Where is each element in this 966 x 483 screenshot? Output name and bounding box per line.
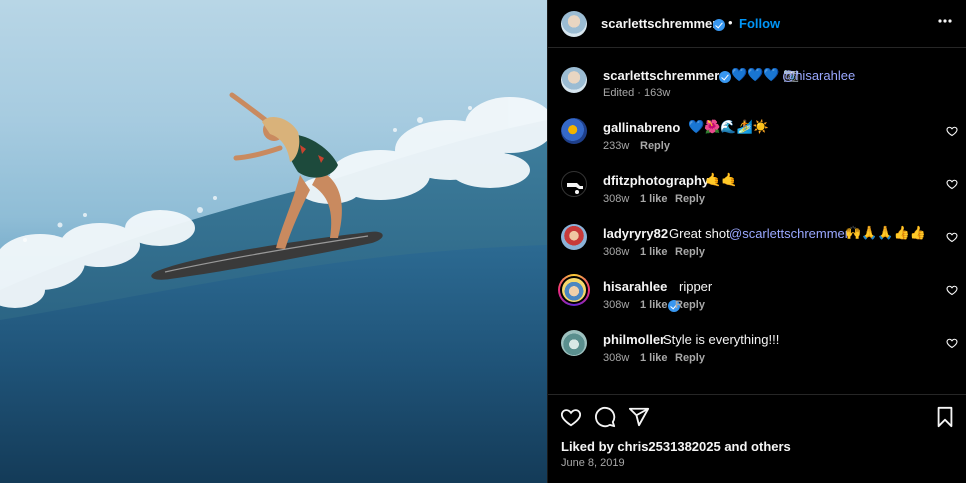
like-comment-heart-icon[interactable] bbox=[946, 125, 958, 137]
post-viewer: scarlettschremmer • Follow scarlettschre… bbox=[0, 0, 966, 483]
reply-button[interactable]: Reply bbox=[675, 352, 705, 364]
like-comment-heart-icon[interactable] bbox=[946, 231, 958, 243]
commenter-avatar[interactable] bbox=[561, 118, 587, 144]
comment-username[interactable]: dfitzphotography bbox=[603, 173, 709, 188]
author-username[interactable]: scarlettschremmer bbox=[601, 16, 717, 31]
commenter-avatar[interactable] bbox=[561, 224, 587, 250]
liked-by-text[interactable]: Liked by chris2531382025 and others bbox=[561, 439, 791, 454]
comment-like-count[interactable]: 1 like bbox=[640, 299, 668, 311]
commenter-avatar[interactable] bbox=[562, 278, 586, 302]
comment-age: 308w bbox=[603, 299, 630, 311]
comment-bubble-icon[interactable] bbox=[594, 406, 616, 428]
caption-mention[interactable]: @hisarahlee bbox=[782, 68, 855, 83]
comment-text: 🤙🤙 bbox=[705, 172, 738, 187]
comment-text: Great shot bbox=[669, 226, 730, 241]
reply-button[interactable]: Reply bbox=[675, 299, 705, 311]
like-comment-heart-icon[interactable] bbox=[946, 284, 958, 296]
like-comment-heart-icon[interactable] bbox=[946, 337, 958, 349]
share-paper-plane-icon[interactable] bbox=[628, 406, 650, 428]
comment-age: 308w bbox=[603, 246, 630, 258]
comment-username[interactable]: ladyryry82 bbox=[603, 226, 668, 241]
reply-button[interactable]: Reply bbox=[675, 246, 705, 258]
more-options-icon[interactable] bbox=[938, 19, 952, 23]
comment-text: ripper bbox=[679, 279, 713, 294]
post-actions-bar: Liked by chris2531382025 and others June… bbox=[548, 394, 966, 483]
commenter-avatar[interactable] bbox=[561, 330, 587, 356]
comment-text: 💙🌺🌊🏄☀️ bbox=[688, 119, 769, 134]
like-heart-icon[interactable] bbox=[560, 406, 582, 428]
comment-mention[interactable]: @scarlettschremmer bbox=[729, 226, 849, 241]
comment-username[interactable]: philmoller bbox=[603, 332, 665, 347]
comment-username[interactable]: hisarahlee bbox=[603, 279, 667, 294]
comment-like-count[interactable]: 1 like bbox=[640, 352, 668, 364]
comment-emoji: 🙌🙏🙏👍👍 bbox=[845, 225, 926, 240]
caption-meta: Edited · 163w bbox=[603, 87, 671, 99]
comment-like-count[interactable]: 1 like bbox=[640, 193, 668, 205]
comment-age: 308w bbox=[603, 352, 630, 364]
comment-username[interactable]: gallinabreno bbox=[603, 120, 680, 135]
verified-badge-icon bbox=[713, 19, 725, 31]
commenter-avatar[interactable] bbox=[561, 171, 587, 197]
comment-like-count[interactable]: 1 like bbox=[640, 246, 668, 258]
surfer-image bbox=[0, 92, 547, 483]
camera-logo-icon bbox=[567, 183, 583, 194]
reply-button[interactable]: Reply bbox=[675, 193, 705, 205]
post-date[interactable]: June 8, 2019 bbox=[561, 457, 625, 469]
caption-avatar[interactable] bbox=[561, 67, 587, 93]
separator-dot: • bbox=[728, 15, 733, 30]
save-bookmark-icon[interactable] bbox=[935, 406, 955, 428]
comment-text: Style is everything!!! bbox=[663, 332, 780, 347]
like-comment-heart-icon[interactable] bbox=[946, 178, 958, 190]
follow-button[interactable]: Follow bbox=[739, 16, 780, 31]
post-details-panel: scarlettschremmer • Follow scarlettschre… bbox=[547, 0, 966, 483]
post-photo[interactable] bbox=[0, 0, 547, 483]
author-avatar[interactable] bbox=[561, 11, 587, 37]
verified-badge-icon bbox=[719, 71, 731, 83]
post-header: scarlettschremmer • Follow bbox=[548, 0, 966, 48]
caption-username[interactable]: scarlettschremmer bbox=[603, 68, 719, 83]
reply-button[interactable]: Reply bbox=[640, 140, 670, 152]
comment-age: 233w bbox=[603, 140, 630, 152]
comment-age: 308w bbox=[603, 193, 630, 205]
